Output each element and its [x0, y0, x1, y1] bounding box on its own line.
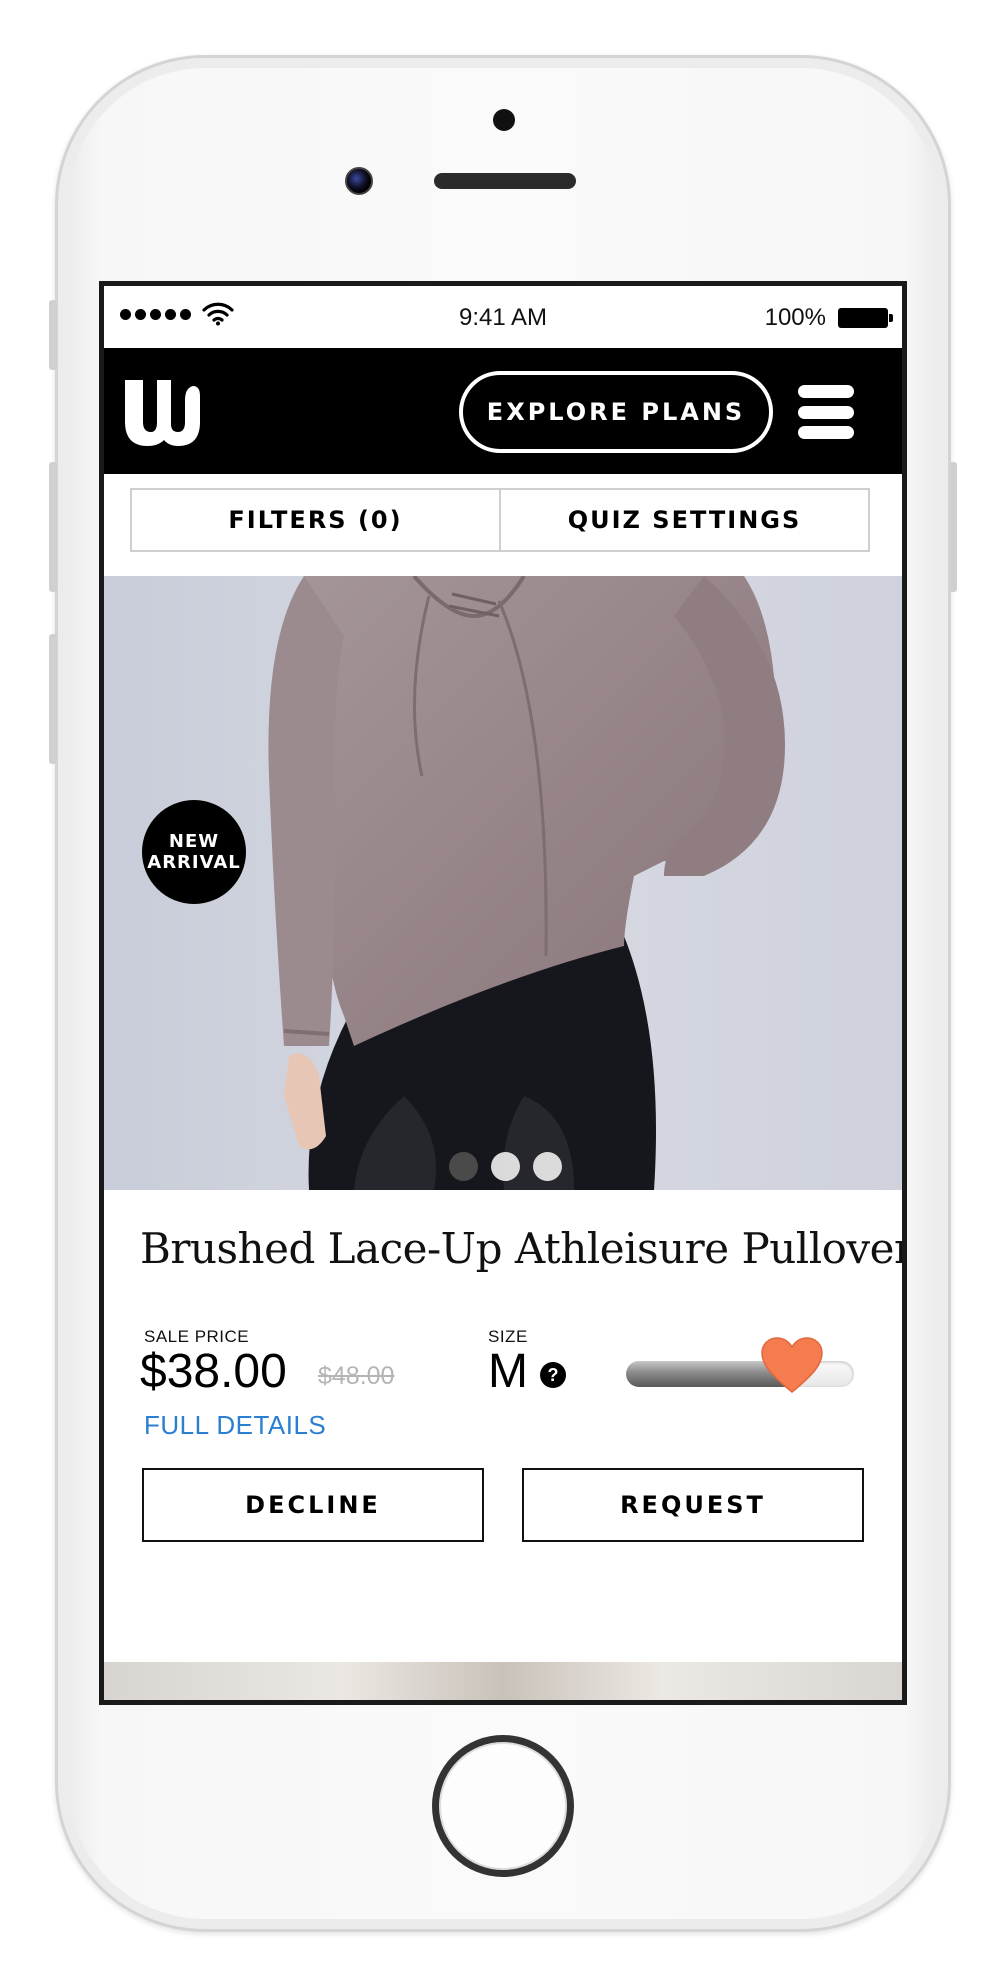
phone-screen: 9:41 AM 100% EXPLORE PLANS FILTERS (0) Q…: [99, 281, 907, 1705]
explore-plans-button[interactable]: EXPLORE PLANS: [459, 371, 773, 453]
decline-button[interactable]: DECLINE: [142, 1468, 484, 1542]
carousel-dot-2[interactable]: [491, 1152, 520, 1181]
quiz-settings-button[interactable]: QUIZ SETTINGS: [499, 490, 868, 550]
product-title: Brushed Lace-Up Athleisure Pullover: [140, 1224, 902, 1273]
power-button: [949, 462, 957, 592]
volume-down-button: [49, 634, 57, 764]
sale-price: $38.00: [140, 1345, 287, 1398]
badge-line-2: ARRIVAL: [147, 852, 241, 873]
next-product-photo-peek[interactable]: [104, 1662, 902, 1700]
status-bar: 9:41 AM 100%: [104, 286, 902, 348]
product-photo[interactable]: NEW ARRIVAL: [104, 576, 902, 1190]
carousel-dots: [449, 1152, 562, 1181]
hamburger-menu-icon[interactable]: [798, 385, 854, 439]
request-button[interactable]: REQUEST: [522, 1468, 864, 1542]
size-help-icon[interactable]: ?: [540, 1362, 566, 1388]
full-details-link[interactable]: FULL DETAILS: [144, 1410, 326, 1441]
brand-logo-icon[interactable]: [123, 376, 201, 448]
home-button[interactable]: [432, 1735, 574, 1877]
top-nav: EXPLORE PLANS: [104, 348, 902, 474]
size-value: M: [488, 1345, 528, 1398]
battery-icon: [838, 308, 893, 328]
earpiece-speaker: [434, 173, 576, 189]
new-arrival-badge: NEW ARRIVAL: [142, 800, 246, 904]
volume-up-button: [49, 462, 57, 592]
heart-slider-thumb-icon[interactable]: [760, 1336, 824, 1396]
front-camera: [345, 167, 373, 195]
mute-switch: [49, 300, 57, 370]
app-display: 9:41 AM 100% EXPLORE PLANS FILTERS (0) Q…: [104, 286, 902, 1700]
battery-percent: 100%: [764, 304, 826, 331]
filter-bar: FILTERS (0) QUIZ SETTINGS: [130, 488, 870, 552]
original-price: $48.00: [318, 1362, 395, 1390]
badge-line-1: NEW: [168, 831, 220, 852]
carousel-dot-1[interactable]: [449, 1152, 478, 1181]
filters-button[interactable]: FILTERS (0): [132, 490, 499, 550]
proximity-sensor: [493, 109, 515, 131]
carousel-dot-3[interactable]: [533, 1152, 562, 1181]
